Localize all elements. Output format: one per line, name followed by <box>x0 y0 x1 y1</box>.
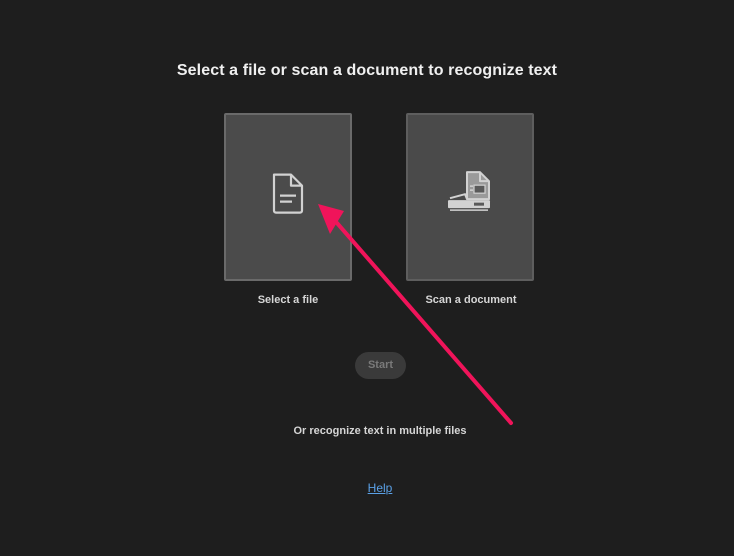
scan-document-label[interactable]: Scan a document <box>391 294 551 306</box>
page-title: Select a file or scan a document to reco… <box>176 62 558 79</box>
help-link[interactable]: Help <box>355 481 405 495</box>
select-file-card[interactable] <box>224 113 352 281</box>
select-file-label[interactable]: Select a file <box>208 294 368 306</box>
scan-document-card[interactable] <box>406 113 534 281</box>
document-icon <box>272 173 304 214</box>
start-button[interactable]: Start <box>355 352 406 379</box>
multiple-files-link[interactable]: Or recognize text in multiple files <box>0 425 734 437</box>
annotation-arrow <box>318 204 513 425</box>
scanner-icon <box>448 171 490 211</box>
